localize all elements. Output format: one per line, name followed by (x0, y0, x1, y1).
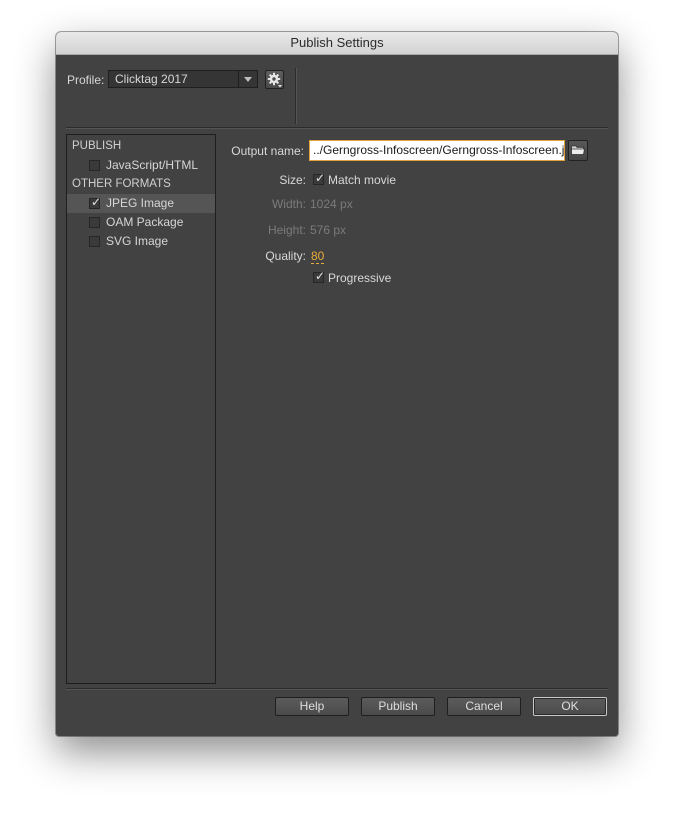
bottom-divider (66, 688, 608, 689)
publish-settings-dialog: Publish Settings Profile: Clicktag 2017 (56, 32, 618, 736)
width-value: 1024 px (310, 197, 353, 211)
height-label: Height: (267, 223, 306, 237)
sidebar-item-jpeg-image[interactable]: ✓ JPEG Image (67, 194, 215, 213)
other-formats-heading: OTHER FORMATS (72, 178, 171, 190)
checkmark-icon: ✓ (91, 195, 102, 209)
javascript-html-checkbox[interactable] (89, 160, 100, 171)
size-label: Size: (279, 173, 306, 187)
publish-button[interactable]: Publish (361, 697, 435, 716)
profile-selected-value: Clicktag 2017 (115, 72, 188, 86)
ok-button[interactable]: OK (533, 697, 607, 716)
quality-value[interactable]: 80 (311, 250, 325, 264)
folder-icon (571, 145, 585, 155)
width-label: Width: (271, 197, 306, 211)
profile-options-button[interactable] (265, 70, 284, 89)
dropdown-divider (238, 71, 239, 87)
help-button[interactable]: Help (275, 697, 349, 716)
height-value: 576 px (310, 223, 347, 237)
svg-image-checkbox[interactable] (89, 236, 100, 247)
oam-package-checkbox[interactable] (89, 217, 100, 228)
header-divider (295, 68, 296, 124)
progressive-label: Progressive (328, 271, 392, 285)
quality-label: Quality: (265, 249, 306, 263)
output-name-input[interactable]: ../Gerngross-Infoscreen/Gerngross-Infosc… (309, 140, 565, 161)
sidebar-item-label: SVG Image (106, 234, 169, 248)
publish-heading: PUBLISH (72, 140, 122, 152)
sidebar-item-label: OAM Package (106, 215, 184, 229)
sidebar-item-javascript-html[interactable]: JavaScript/HTML (67, 156, 215, 175)
output-name-label: Output name: (231, 144, 304, 158)
cancel-button[interactable]: Cancel (447, 697, 521, 716)
checkmark-icon: ✓ (315, 171, 326, 185)
progressive-checkbox[interactable]: ✓ (313, 269, 326, 283)
gear-icon (267, 72, 282, 88)
jpeg-image-checkbox[interactable]: ✓ (89, 195, 102, 209)
sidebar-item-svg-image[interactable]: SVG Image (67, 232, 215, 251)
browse-folder-button[interactable] (568, 140, 588, 161)
top-divider (66, 127, 608, 128)
chevron-down-icon (244, 77, 252, 82)
profile-label: Profile: (67, 73, 105, 87)
sidebar-item-oam-package[interactable]: OAM Package (67, 213, 215, 232)
sidebar-item-label: JavaScript/HTML (106, 158, 199, 172)
checkmark-icon: ✓ (315, 269, 326, 283)
profile-dropdown[interactable]: Clicktag 2017 (108, 70, 258, 88)
sidebar-item-label: JPEG Image (106, 196, 175, 210)
match-movie-label: Match movie (328, 173, 397, 187)
format-sidebar: PUBLISH JavaScript/HTML OTHER FORMATS ✓ … (66, 134, 216, 684)
match-movie-checkbox[interactable]: ✓ (313, 171, 326, 185)
dialog-title: Publish Settings (56, 32, 618, 55)
